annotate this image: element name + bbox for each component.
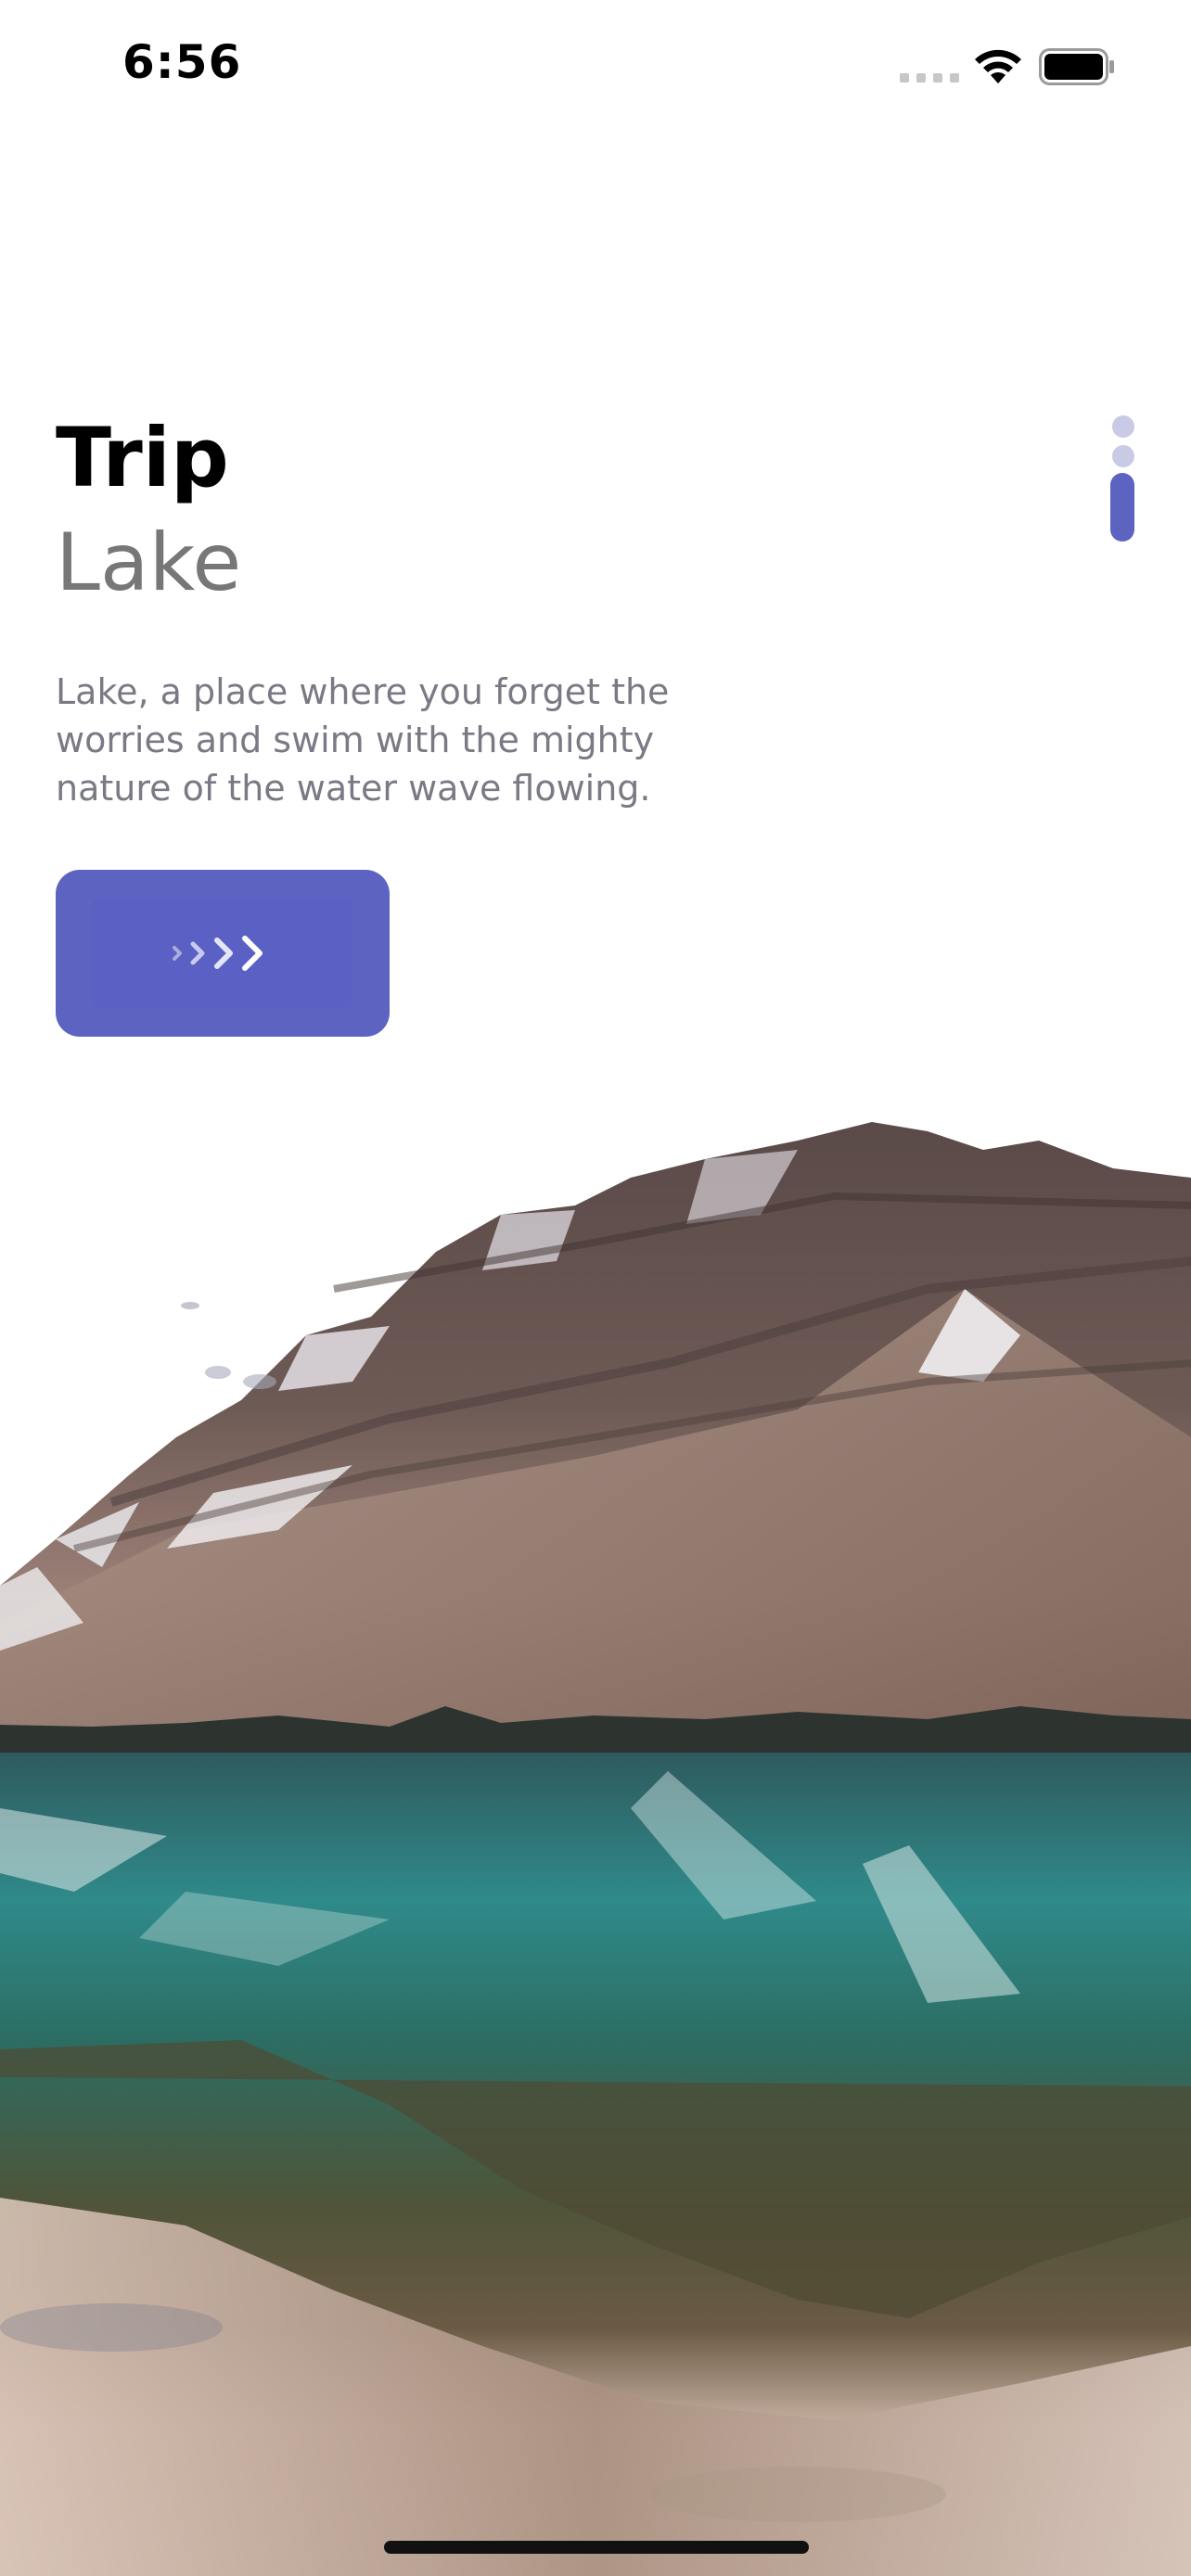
page-indicator[interactable] bbox=[1109, 415, 1137, 545]
chevrons-right-icon bbox=[173, 936, 263, 971]
cellular-signal-icon bbox=[900, 73, 959, 83]
page-dot-3-active[interactable] bbox=[1110, 473, 1134, 542]
description-text: Lake, a place where you forget the worri… bbox=[56, 671, 670, 809]
page-dot-2[interactable] bbox=[1112, 445, 1134, 467]
status-time: 6:56 bbox=[122, 35, 242, 89]
page-dot-1[interactable] bbox=[1112, 415, 1134, 438]
home-indicator bbox=[384, 2541, 809, 2554]
battery-icon bbox=[1039, 48, 1114, 85]
wifi-icon bbox=[975, 49, 1021, 83]
page-title: Trip bbox=[56, 410, 229, 505]
status-bar: 6:56 bbox=[0, 0, 1191, 139]
page-subtitle: Lake bbox=[56, 516, 242, 609]
mountain-lake-image bbox=[0, 1122, 1191, 2576]
